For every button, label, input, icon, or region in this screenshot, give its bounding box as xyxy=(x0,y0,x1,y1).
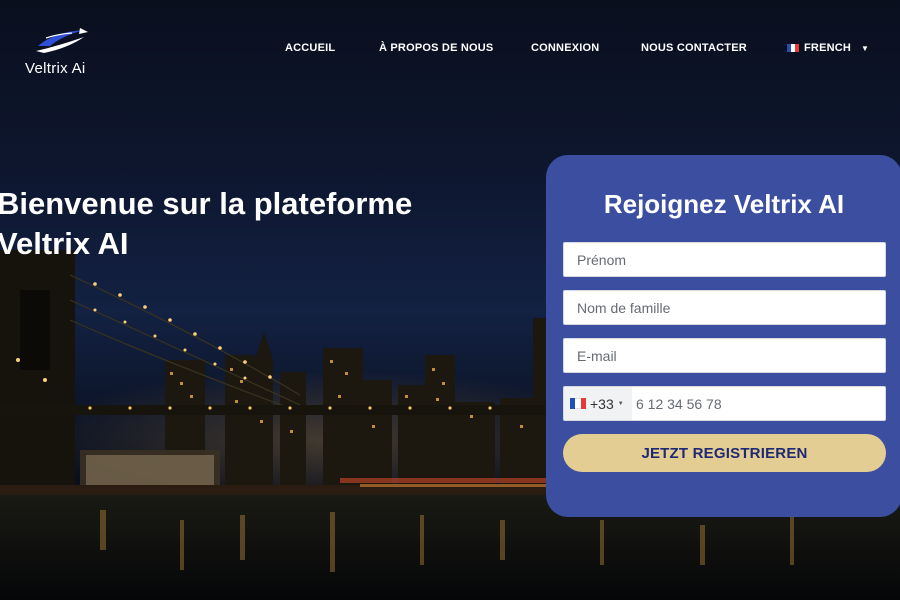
site-header: Veltrix Ai ACCUEIL À PROPOS DE NOUS CONN… xyxy=(0,0,900,100)
brand-name: Veltrix Ai xyxy=(25,60,86,77)
nav-item-home[interactable]: ACCUEIL xyxy=(285,42,335,54)
caret-down-icon: ▼ xyxy=(617,400,624,407)
nav-item-about[interactable]: À PROPOS DE NOUS xyxy=(379,42,493,54)
nav-item-contact[interactable]: NOUS CONTACTER xyxy=(641,42,747,54)
country-code-label: +33 xyxy=(590,395,614,412)
caret-down-icon: ▼ xyxy=(861,43,870,53)
phone-input[interactable] xyxy=(632,387,885,420)
france-flag-icon xyxy=(787,44,799,52)
register-button[interactable]: JETZT REGISTRIEREN xyxy=(563,434,886,472)
hero-heading-line2: Veltrix AI xyxy=(0,226,129,261)
phone-field: +33 ▼ xyxy=(563,386,886,421)
nav-item-login[interactable]: CONNEXION xyxy=(531,42,599,54)
france-flag-icon xyxy=(570,398,586,409)
email-input[interactable] xyxy=(563,338,886,373)
signup-form: Rejoignez Veltrix AI +33 ▼ JETZT REGISTR… xyxy=(546,155,900,517)
language-selector[interactable]: FRENCH ▼ xyxy=(787,42,869,54)
country-code-selector[interactable]: +33 ▼ xyxy=(564,387,632,420)
hero-heading: Bienvenue sur la plateforme Veltrix AI xyxy=(0,184,457,264)
main-nav: ACCUEIL À PROPOS DE NOUS CONNEXION NOUS … xyxy=(0,42,900,58)
last-name-input[interactable] xyxy=(563,290,886,325)
signup-title: Rejoignez Veltrix AI xyxy=(603,189,845,219)
language-label: FRENCH xyxy=(804,42,852,54)
hero-heading-line1: Bienvenue sur la plateforme xyxy=(0,186,413,221)
first-name-input[interactable] xyxy=(563,242,886,277)
